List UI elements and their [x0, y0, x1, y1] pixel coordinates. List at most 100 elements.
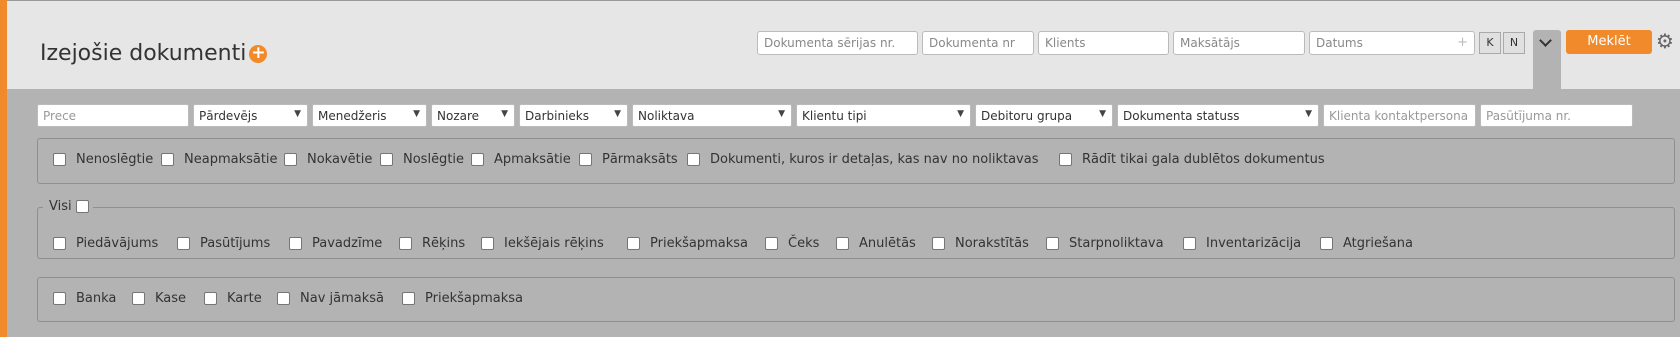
- checkbox[interactable]: [284, 153, 297, 166]
- check-label: Dokumenti, kuros ir detaļas, kas nav no …: [710, 152, 1039, 167]
- checkbox[interactable]: [289, 237, 302, 250]
- check-label: Starpnoliktava: [1069, 236, 1164, 251]
- type-item-ceks[interactable]: Čeks: [765, 236, 819, 251]
- page-title-text: Izejošie dokumenti: [40, 41, 247, 66]
- checkbox[interactable]: [53, 237, 66, 250]
- checkbox[interactable]: [53, 153, 66, 166]
- legend-label: Visi: [49, 199, 72, 214]
- industry-label: Nozare: [437, 109, 480, 123]
- type-item-pavadzime[interactable]: Pavadzīme: [289, 236, 382, 251]
- type-item-starpnoliktava[interactable]: Starpnoliktava: [1046, 236, 1164, 251]
- checkbox[interactable]: [277, 292, 290, 305]
- checkbox[interactable]: [481, 237, 494, 250]
- debtor-group-select[interactable]: Debitoru grupa ▼: [975, 104, 1113, 127]
- check-item-apmaksatie[interactable]: Apmaksātie: [471, 152, 571, 167]
- checkbox[interactable]: [765, 237, 778, 250]
- client-types-select[interactable]: Klientu tipi ▼: [796, 104, 971, 127]
- check-label: Apmaksātie: [494, 152, 571, 167]
- k-button[interactable]: K: [1479, 32, 1501, 54]
- check-label: Karte: [227, 291, 262, 306]
- select-all-checkbox[interactable]: [75, 200, 89, 213]
- search-button[interactable]: Meklēt: [1566, 30, 1652, 54]
- checkbox[interactable]: [836, 237, 849, 250]
- gear-icon[interactable]: ⚙: [1656, 31, 1674, 51]
- type-item-anuletas[interactable]: Anulētās: [836, 236, 916, 251]
- type-item-prieksapmaksa[interactable]: Priekšapmaksa: [627, 236, 748, 251]
- checkbox[interactable]: [932, 237, 945, 250]
- manager-select[interactable]: Menedžeris ▼: [312, 104, 427, 127]
- type-item-inventarizacija[interactable]: Inventarizācija: [1183, 236, 1301, 251]
- check-label: Nav jāmaksā: [300, 291, 384, 306]
- checkbox[interactable]: [161, 153, 174, 166]
- dropdown-arrow-icon: ▼: [957, 109, 964, 119]
- product-input[interactable]: Prece: [37, 104, 189, 127]
- check-label: Atgriešana: [1343, 236, 1413, 251]
- checkbox[interactable]: [53, 292, 66, 305]
- type-item-pasutijums[interactable]: Pasūtījums: [177, 236, 270, 251]
- check-label: Nenoslēgtie: [76, 152, 154, 167]
- order-number-input[interactable]: Pasūtījuma nr.: [1480, 104, 1633, 127]
- type-item-atgriesana[interactable]: Atgriešana: [1320, 236, 1413, 251]
- checkbox[interactable]: [177, 237, 190, 250]
- check-item-gala-dubletos[interactable]: Rādīt tikai gala dublētos dokumentus: [1059, 152, 1325, 167]
- date-plus-icon[interactable]: +: [1457, 35, 1468, 50]
- plus-circle-icon[interactable]: +: [249, 44, 268, 63]
- payment-item-karte[interactable]: Karte: [204, 291, 262, 306]
- dropdown-arrow-icon: ▼: [778, 109, 785, 119]
- type-item-ieksejais-rekins[interactable]: Iekšējais rēķins: [481, 236, 604, 251]
- client-input[interactable]: Klients: [1038, 31, 1169, 55]
- check-item-detalas[interactable]: Dokumenti, kuros ir detaļas, kas nav no …: [687, 152, 1038, 167]
- industry-select[interactable]: Nozare ▼: [431, 104, 515, 127]
- check-item-parmaksats[interactable]: Pārmaksāts: [579, 152, 678, 167]
- checkbox[interactable]: [471, 153, 484, 166]
- date-input[interactable]: Datums +: [1309, 31, 1475, 55]
- manager-label: Menedžeris: [318, 109, 387, 123]
- n-button[interactable]: N: [1503, 32, 1525, 54]
- checkbox[interactable]: [627, 237, 640, 250]
- client-placeholder: Klients: [1045, 36, 1086, 50]
- checkbox[interactable]: [1046, 237, 1059, 250]
- payment-item-nav-jamaksa[interactable]: Nav jāmaksā: [277, 291, 384, 306]
- checkbox[interactable]: [1059, 153, 1072, 166]
- payment-item-kase[interactable]: Kase: [132, 291, 186, 306]
- check-item-nenoslegtie[interactable]: Nenoslēgtie: [53, 152, 153, 167]
- warehouse-select[interactable]: Noliktava ▼: [632, 104, 792, 127]
- expand-filters-button[interactable]: [1533, 30, 1561, 89]
- payment-item-prieksapmaksa[interactable]: Priekšapmaksa: [402, 291, 523, 306]
- check-label: Inventarizācija: [1206, 236, 1302, 251]
- checkbox[interactable]: [132, 292, 145, 305]
- check-label: Čeks: [788, 236, 820, 251]
- check-item-nokavetie[interactable]: Nokavētie: [284, 152, 372, 167]
- series-number-input[interactable]: Dokumenta sērijas nr.: [757, 31, 918, 55]
- document-number-placeholder: Dokumenta nr: [929, 36, 1015, 50]
- check-item-neapmaksatie[interactable]: Neapmaksātie: [161, 152, 278, 167]
- check-label: Anulētās: [859, 236, 916, 251]
- dropdown-arrow-icon: ▼: [413, 109, 420, 119]
- payer-input[interactable]: Maksātājs: [1173, 31, 1305, 55]
- checkbox[interactable]: [687, 153, 700, 166]
- contact-person-input[interactable]: Klienta kontaktpersona: [1323, 104, 1476, 127]
- seller-select[interactable]: Pārdevējs ▼: [193, 104, 308, 127]
- checkbox[interactable]: [380, 153, 393, 166]
- document-status-select[interactable]: Dokumenta statuss ▼: [1117, 104, 1319, 127]
- dropdown-arrow-icon: ▼: [614, 109, 621, 119]
- document-type-group: [37, 207, 1675, 259]
- check-label: Rādīt tikai gala dublētos dokumentus: [1082, 152, 1325, 167]
- page-title: Izejošie dokumenti +: [40, 41, 268, 66]
- check-item-nosleqtie[interactable]: Noslēgtie: [380, 152, 464, 167]
- employee-select[interactable]: Darbinieks ▼: [519, 104, 628, 127]
- checkbox[interactable]: [204, 292, 217, 305]
- checkbox[interactable]: [399, 237, 412, 250]
- checkbox[interactable]: [579, 153, 592, 166]
- checkbox[interactable]: [402, 292, 415, 305]
- document-number-input[interactable]: Dokumenta nr: [922, 31, 1034, 55]
- series-number-placeholder: Dokumenta sērijas nr.: [764, 36, 896, 50]
- payment-item-banka[interactable]: Banka: [53, 291, 116, 306]
- type-item-rekins[interactable]: Rēķins: [399, 236, 465, 251]
- check-label: Nokavētie: [307, 152, 373, 167]
- type-item-norakstitas[interactable]: Norakstītās: [932, 236, 1029, 251]
- checkbox[interactable]: [1320, 237, 1333, 250]
- type-item-piedavajums[interactable]: Piedāvājums: [53, 236, 158, 251]
- checkbox[interactable]: [1183, 237, 1196, 250]
- dropdown-arrow-icon: ▼: [501, 109, 508, 119]
